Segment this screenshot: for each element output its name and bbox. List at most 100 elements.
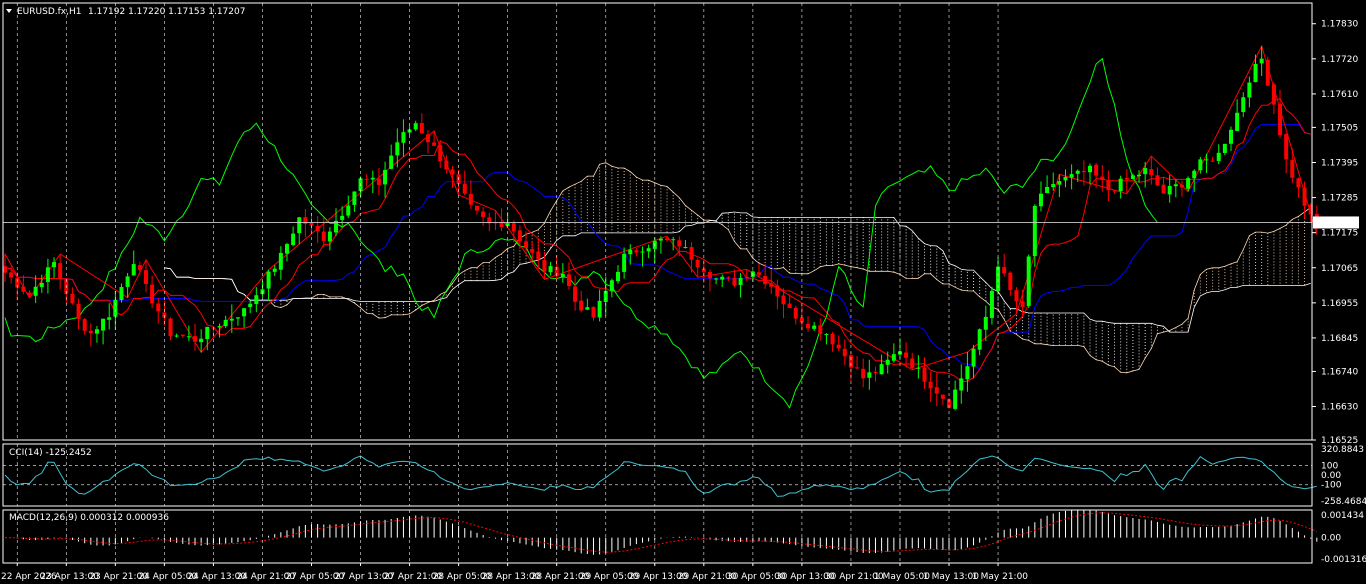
- candle-body[interactable]: [1155, 175, 1160, 186]
- candle-body[interactable]: [542, 260, 547, 272]
- candle-body[interactable]: [291, 233, 296, 246]
- candle-body[interactable]: [916, 367, 921, 369]
- candle-body[interactable]: [511, 223, 516, 232]
- candle-body[interactable]: [1284, 134, 1289, 160]
- candle-body[interactable]: [174, 335, 179, 337]
- candle-body[interactable]: [787, 303, 792, 309]
- candle-body[interactable]: [1247, 82, 1252, 98]
- menu-triangle-icon[interactable]: [6, 9, 12, 13]
- candle-body[interactable]: [395, 142, 400, 156]
- candle-body[interactable]: [1075, 170, 1080, 174]
- candle-body[interactable]: [1038, 193, 1043, 207]
- candle-body[interactable]: [254, 295, 259, 305]
- candle-body[interactable]: [793, 307, 798, 319]
- candle-body[interactable]: [1149, 169, 1154, 176]
- candle-body[interactable]: [763, 276, 768, 285]
- candle-body[interactable]: [156, 303, 161, 312]
- candle-body[interactable]: [1167, 185, 1172, 195]
- candle-body[interactable]: [781, 295, 786, 305]
- candle-body[interactable]: [818, 325, 823, 334]
- candle-body[interactable]: [910, 358, 915, 369]
- candle-body[interactable]: [82, 319, 87, 331]
- candle-body[interactable]: [873, 371, 878, 373]
- candle-body[interactable]: [419, 123, 424, 134]
- candle-body[interactable]: [1241, 97, 1246, 113]
- candle-body[interactable]: [383, 169, 388, 185]
- candle-body[interactable]: [640, 251, 645, 253]
- candle-body[interactable]: [953, 389, 958, 409]
- candle-body[interactable]: [278, 252, 283, 270]
- candle-body[interactable]: [70, 293, 75, 304]
- candle-body[interactable]: [193, 336, 198, 342]
- candle-body[interactable]: [891, 354, 896, 361]
- candle-body[interactable]: [1118, 178, 1123, 192]
- candle-body[interactable]: [928, 381, 933, 389]
- candle-body[interactable]: [125, 276, 130, 287]
- candle-body[interactable]: [707, 271, 712, 279]
- candle-body[interactable]: [444, 160, 449, 170]
- candle-body[interactable]: [1235, 112, 1240, 131]
- candle-body[interactable]: [689, 247, 694, 260]
- candle-body[interactable]: [1253, 63, 1258, 83]
- candle-body[interactable]: [536, 251, 541, 260]
- candle-body[interactable]: [1143, 168, 1148, 175]
- candle-body[interactable]: [989, 290, 994, 318]
- candle-body[interactable]: [597, 300, 602, 318]
- candle-body[interactable]: [438, 144, 443, 162]
- candle-body[interactable]: [168, 318, 173, 337]
- candle-body[interactable]: [315, 225, 320, 232]
- candle-body[interactable]: [499, 222, 504, 228]
- candle-body[interactable]: [21, 286, 26, 292]
- candle-body[interactable]: [1124, 177, 1129, 180]
- candle-body[interactable]: [1051, 184, 1056, 188]
- candle-body[interactable]: [726, 277, 731, 279]
- candle-body[interactable]: [738, 277, 743, 286]
- candle-body[interactable]: [481, 211, 486, 218]
- candle-body[interactable]: [76, 303, 81, 319]
- candle-body[interactable]: [665, 238, 670, 241]
- candle-body[interactable]: [842, 348, 847, 357]
- candle-body[interactable]: [266, 271, 271, 289]
- candle-body[interactable]: [475, 205, 480, 211]
- candle-body[interactable]: [695, 259, 700, 268]
- candle-body[interactable]: [1032, 205, 1037, 257]
- candle-body[interactable]: [983, 316, 988, 330]
- candle-body[interactable]: [646, 248, 651, 252]
- candle-body[interactable]: [904, 352, 909, 358]
- candle-body[interactable]: [346, 205, 351, 216]
- candle-body[interactable]: [1229, 129, 1233, 144]
- candle-body[interactable]: [579, 300, 584, 311]
- candle-body[interactable]: [352, 191, 357, 205]
- candle-body[interactable]: [1290, 160, 1295, 178]
- candle-body[interactable]: [585, 307, 590, 310]
- candle-body[interactable]: [959, 378, 964, 391]
- candle-body[interactable]: [824, 334, 829, 336]
- candle-body[interactable]: [33, 286, 38, 296]
- candle-body[interactable]: [1008, 272, 1013, 291]
- candle-body[interactable]: [376, 178, 381, 185]
- candle-body[interactable]: [186, 336, 191, 338]
- candle-body[interactable]: [272, 268, 277, 272]
- trading-chart[interactable]: 1.17207 1.17830 1.17720 1.17610 1.17505 1.173…: [0, 0, 1366, 584]
- candle-body[interactable]: [242, 308, 247, 317]
- candle-body[interactable]: [119, 287, 124, 300]
- candle-body[interactable]: [27, 292, 32, 296]
- candle-body[interactable]: [714, 278, 719, 280]
- candle-body[interactable]: [1271, 84, 1276, 105]
- price-pane[interactable]: [3, 44, 1319, 411]
- candle-body[interactable]: [1002, 267, 1007, 274]
- candle-body[interactable]: [1081, 170, 1086, 173]
- candle-body[interactable]: [517, 230, 522, 242]
- candle-body[interactable]: [524, 241, 529, 249]
- candle-body[interactable]: [977, 329, 982, 350]
- candle-body[interactable]: [39, 282, 44, 288]
- candle-body[interactable]: [1112, 190, 1117, 192]
- candle-body[interactable]: [297, 217, 302, 234]
- candle-body[interactable]: [1137, 174, 1142, 177]
- candle-body[interactable]: [303, 217, 308, 225]
- candle-body[interactable]: [1204, 159, 1209, 161]
- candle-body[interactable]: [199, 338, 204, 343]
- candle-body[interactable]: [720, 276, 725, 280]
- candle-body[interactable]: [94, 329, 99, 334]
- candle-body[interactable]: [940, 394, 945, 399]
